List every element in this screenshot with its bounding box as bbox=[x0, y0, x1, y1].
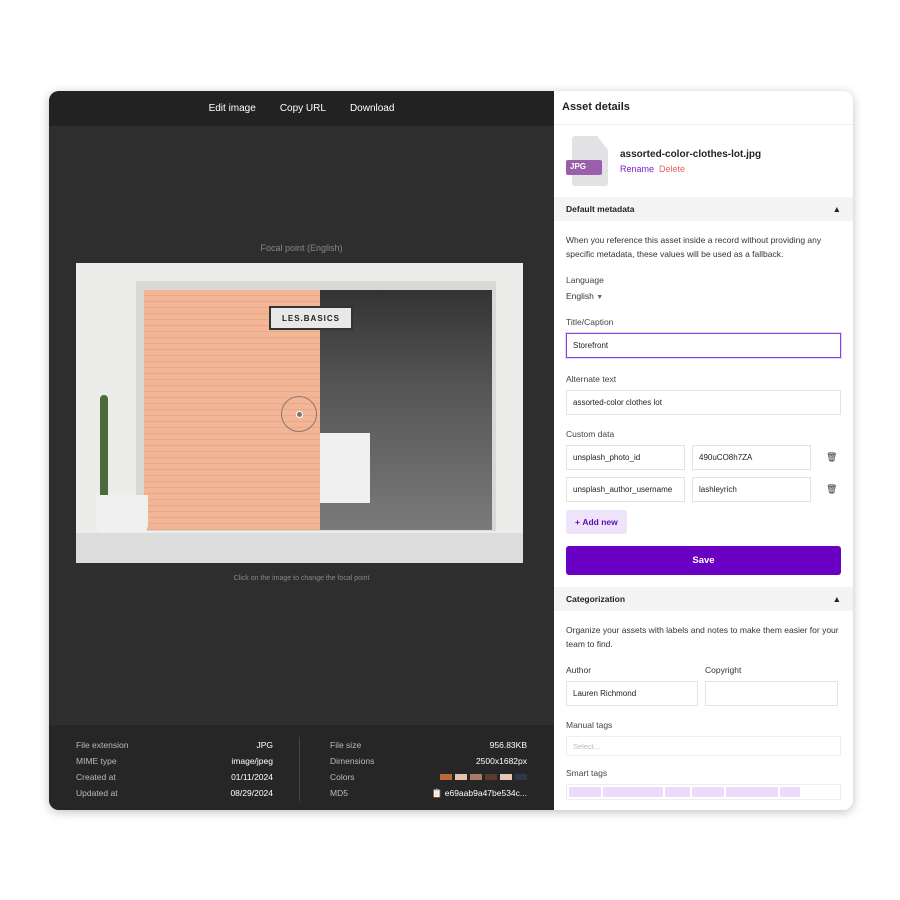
trash-icon[interactable]: 🗑 bbox=[826, 484, 837, 495]
collapse-icon[interactable]: ▲ bbox=[833, 594, 841, 604]
info-label: File size bbox=[330, 740, 362, 750]
rename-link[interactable]: Rename bbox=[620, 164, 654, 174]
custom-key-input[interactable]: unsplash_photo_id bbox=[566, 445, 685, 470]
asset-details-panel: Asset details JPG assorted-color-clothes… bbox=[554, 91, 853, 810]
counter bbox=[320, 433, 370, 503]
file-info: File extension JPG MIME type image/jpeg Cr… bbox=[49, 725, 554, 810]
asset-image[interactable]: LES.BASICS bbox=[76, 263, 523, 563]
file-icon: JPG bbox=[566, 136, 608, 186]
save-button[interactable]: Save bbox=[566, 546, 841, 575]
file-type-badge: JPG bbox=[566, 160, 602, 175]
title-input[interactable]: Storefront bbox=[566, 333, 841, 358]
focal-point-label: Focal point (English) bbox=[260, 243, 343, 253]
info-label: Updated at bbox=[76, 788, 118, 798]
color-swatch bbox=[470, 774, 482, 780]
info-label: Created at bbox=[76, 772, 116, 782]
caret-down-icon: ▼ bbox=[596, 294, 604, 301]
custom-row: unsplash_author_username lashleyrich 🗑 bbox=[566, 477, 841, 502]
categorization-header[interactable]: Categorization ▲ bbox=[554, 587, 853, 611]
clipboard-icon[interactable]: 📋 bbox=[432, 788, 443, 798]
custom-value-input[interactable]: lashleyrich bbox=[692, 477, 811, 502]
color-swatch bbox=[440, 774, 452, 780]
default-desc: When you reference this asset inside a r… bbox=[566, 235, 822, 259]
color-swatch bbox=[515, 774, 527, 780]
add-new-label: Add new bbox=[582, 517, 618, 527]
md5-text: e69aab9a47be534c... bbox=[444, 787, 527, 798]
color-swatch bbox=[485, 774, 497, 780]
color-swatches bbox=[437, 772, 527, 782]
toolbar: Edit image Copy URL Download bbox=[49, 91, 554, 126]
download-button[interactable]: Download bbox=[350, 103, 394, 114]
alt-label: Alternate text bbox=[566, 374, 617, 384]
trash-icon[interactable]: 🗑 bbox=[826, 452, 837, 463]
info-label: Dimensions bbox=[330, 756, 375, 766]
preview-pane: Edit image Copy URL Download Focal point… bbox=[49, 91, 554, 810]
custom-data-label: Custom data bbox=[566, 429, 615, 439]
cactus bbox=[100, 395, 108, 505]
copyright-label: Copyright bbox=[705, 665, 742, 675]
custom-key-input[interactable]: unsplash_author_username bbox=[566, 477, 685, 502]
manual-tags-label: Manual tags bbox=[566, 720, 613, 730]
md5-value[interactable]: 📋 e69aab9a47be534c... bbox=[432, 788, 527, 799]
language-select[interactable]: English ▼ bbox=[566, 291, 841, 301]
section-title: Categorization bbox=[566, 594, 626, 604]
info-label: MIME type bbox=[76, 756, 117, 766]
copyright-input[interactable] bbox=[705, 681, 838, 706]
categorization-desc: Organize your assets with labels and not… bbox=[566, 625, 839, 649]
color-swatch bbox=[455, 774, 467, 780]
delete-link[interactable]: Delete bbox=[659, 164, 685, 174]
info-right: File size 956.83KB Dimensions 2500x1682px … bbox=[330, 737, 527, 801]
smart-tags-label: Smart tags bbox=[566, 768, 608, 778]
smart-tags bbox=[566, 784, 841, 800]
add-new-button[interactable]: + Add new bbox=[566, 510, 627, 534]
filename: assorted-color-clothes-lot.jpg bbox=[620, 148, 762, 160]
floor bbox=[76, 533, 523, 563]
store-sign: LES.BASICS bbox=[269, 306, 353, 330]
title-label: Title/Caption bbox=[566, 317, 614, 327]
info-value: 01/11/2024 bbox=[231, 772, 273, 782]
author-label: Author bbox=[566, 665, 592, 675]
asset-modal: Edit image Copy URL Download Focal point… bbox=[49, 91, 853, 810]
color-swatch bbox=[500, 774, 512, 780]
info-value: 08/29/2024 bbox=[230, 788, 273, 798]
section-title: Default metadata bbox=[566, 204, 635, 214]
info-label: Colors bbox=[330, 772, 355, 782]
collapse-icon[interactable]: ▲ bbox=[833, 204, 841, 214]
panel-title: Asset details bbox=[554, 91, 853, 125]
info-label: File extension bbox=[76, 740, 129, 750]
info-value: image/jpeg bbox=[231, 756, 273, 766]
focal-hint: Click on the image to change the focal p… bbox=[233, 575, 370, 582]
focal-point-marker[interactable] bbox=[281, 396, 317, 432]
info-value: JPG bbox=[256, 740, 273, 750]
language-label: Language bbox=[566, 275, 604, 285]
edit-image-button[interactable]: Edit image bbox=[209, 103, 256, 114]
author-input[interactable]: Lauren Richmond bbox=[566, 681, 698, 706]
info-label: MD5 bbox=[330, 788, 348, 798]
info-value: 2500x1682px bbox=[475, 756, 527, 766]
default-metadata-header[interactable]: Default metadata ▲ bbox=[554, 197, 853, 221]
custom-value-input[interactable]: 490uCO8h7ZA bbox=[692, 445, 811, 470]
plus-icon: + bbox=[575, 517, 583, 527]
file-header: JPG assorted-color-clothes-lot.jpg Renam… bbox=[554, 125, 853, 197]
language-value: English bbox=[566, 291, 594, 301]
manual-tags-select[interactable]: Select... bbox=[566, 736, 841, 756]
custom-row: unsplash_photo_id 490uCO8h7ZA 🗑 bbox=[566, 445, 841, 470]
divider bbox=[299, 737, 300, 801]
alt-text-input[interactable]: assorted-color clothes lot bbox=[566, 390, 841, 415]
info-value: 956.83KB bbox=[489, 740, 527, 750]
info-left: File extension JPG MIME type image/jpeg Cr… bbox=[76, 737, 273, 801]
copy-url-button[interactable]: Copy URL bbox=[280, 103, 326, 114]
